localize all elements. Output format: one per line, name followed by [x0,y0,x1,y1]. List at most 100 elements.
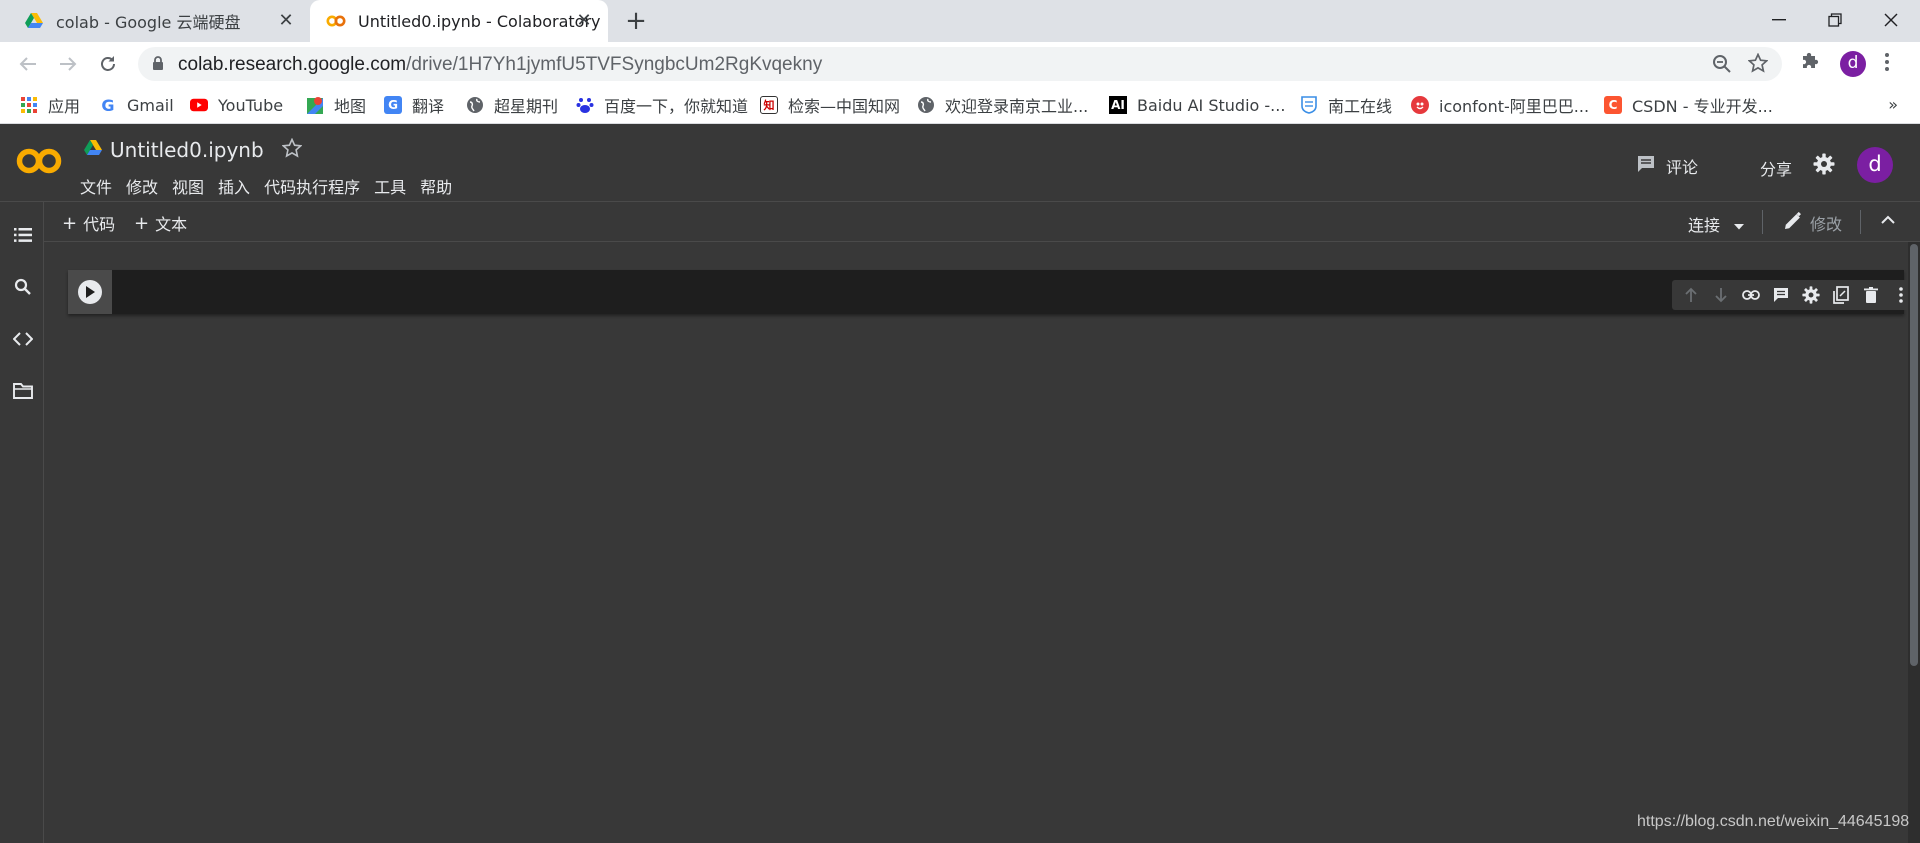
bookmark-label: iconfont-阿里巴巴... [1439,97,1590,116]
bookmark-label: 地图 [334,97,367,116]
run-cell-button[interactable] [78,280,102,304]
address-bar[interactable]: colab.research.google.com/drive/1H7Yh1jy… [138,47,1782,81]
maps-icon [306,96,324,114]
notebook-title[interactable]: Untitled0.ipynb [110,138,264,162]
bookmark-youtube[interactable]: YouTube [190,94,283,116]
bookmark-njtech-login[interactable]: 欢迎登录南京工业... [917,94,1088,116]
close-window-icon[interactable] [1862,0,1920,40]
browser-tab-strip: colab - Google 云端硬盘 ✕ Untitled0.ipynb - … [0,0,1920,42]
add-text-cell-button[interactable]: + 文本 [134,211,187,235]
bookmark-star-icon[interactable] [1747,52,1769,77]
bookmarks-overflow-button[interactable]: » [1888,95,1898,114]
bookmark-apps[interactable]: 应用 [20,94,80,116]
bookmark-nangong-online[interactable]: 南工在线 [1300,94,1392,116]
bookmark-label: 欢迎登录南京工业... [945,97,1089,116]
menu-view[interactable]: 视图 [172,174,204,198]
comment-icon[interactable] [1766,282,1796,308]
extensions-puzzle-icon[interactable] [1800,50,1820,74]
bookmark-label: 应用 [48,97,81,116]
bookmark-ai-studio[interactable]: AI Baidu AI Studio -... [1109,94,1285,116]
njtech-icon [1300,96,1318,114]
mirror-cell-icon[interactable] [1826,282,1856,308]
files-folder-icon[interactable] [12,380,34,402]
collapse-header-chevron-icon[interactable] [1880,212,1896,232]
comment-icon [1636,154,1656,178]
comment-button[interactable]: 评论 [1636,154,1698,178]
play-icon [85,283,95,302]
star-icon[interactable] [281,137,303,162]
dropdown-arrow-icon[interactable] [1734,215,1745,234]
menu-file[interactable]: 文件 [80,174,112,198]
plus-icon: + [134,212,150,234]
tab-title: colab - Google 云端硬盘 [56,13,241,32]
link-icon[interactable] [1736,282,1766,308]
bookmark-iconfont[interactable]: iconfont-阿里巴巴... [1411,94,1589,116]
url-host: colab.research.google.com [178,54,407,75]
move-up-icon[interactable] [1676,282,1706,308]
google-drive-icon [24,11,44,31]
settings-icon[interactable] [1796,282,1826,308]
menu-edit[interactable]: 修改 [126,174,158,198]
bookmark-label: Gmail [127,95,174,115]
bookmark-maps[interactable]: 地图 [306,94,366,116]
add-text-label: 文本 [155,215,188,234]
translate-icon: G [384,96,402,114]
bookmark-chaoxing[interactable]: 超星期刊 [466,94,558,116]
table-of-contents-icon[interactable] [12,224,34,246]
new-tab-button[interactable]: + [622,8,650,36]
close-icon[interactable]: ✕ [574,11,594,31]
iconfont-icon [1411,96,1429,114]
menu-help[interactable]: 帮助 [420,174,452,198]
comment-label: 评论 [1666,158,1699,177]
colab-header: Untitled0.ipynb 文件 修改 视图 插入 代码执行程序 工具 帮助… [0,124,1920,202]
zoom-out-icon[interactable] [1712,54,1732,78]
google-icon: G [101,95,115,115]
minimize-window-icon[interactable] [1750,0,1808,40]
move-down-icon[interactable] [1706,282,1736,308]
bookmark-label: CSDN - 专业开发... [1632,97,1773,116]
forward-arrow-icon[interactable] [54,50,82,78]
edit-label: 修改 [1810,215,1843,234]
bookmark-translate[interactable]: G 翻译 [384,94,444,116]
plus-icon: + [62,212,78,234]
tab-colaboratory[interactable]: Untitled0.ipynb - Colaboratory ✕ [310,0,608,42]
settings-gear-icon[interactable] [1813,153,1835,179]
close-icon[interactable]: ✕ [276,11,296,31]
globe-icon [917,96,935,114]
bookmark-label: YouTube [218,95,284,115]
back-arrow-icon[interactable] [14,50,42,78]
toolbar-divider [1762,210,1763,234]
notebook-title-row: Untitled0.ipynb [84,137,303,162]
colab-icon [326,11,346,31]
menu-runtime[interactable]: 代码执行程序 [264,174,360,198]
menu-tools[interactable]: 工具 [374,174,406,198]
code-snippets-icon[interactable] [12,328,34,350]
google-drive-icon [84,140,102,160]
tab-google-drive[interactable]: colab - Google 云端硬盘 ✕ [0,0,310,42]
menu-insert[interactable]: 插入 [218,174,250,198]
url-text: colab.research.google.com/drive/1H7Yh1jy… [178,54,822,76]
add-code-cell-button[interactable]: + 代码 [62,211,115,235]
bookmark-cnki[interactable]: 知 检索—中国知网 [760,94,900,116]
user-avatar[interactable]: d [1857,147,1893,183]
bookmark-csdn[interactable]: C CSDN - 专业开发... [1604,94,1773,116]
notebook-scrollbar[interactable] [1908,242,1920,843]
reload-icon[interactable] [94,50,122,78]
search-icon[interactable] [12,276,34,298]
code-cell[interactable] [68,270,1920,314]
delete-icon[interactable] [1856,282,1886,308]
chrome-menu-icon[interactable] [1884,52,1890,76]
tab-title: Untitled0.ipynb - Colaboratory [358,11,601,31]
scrollbar-thumb[interactable] [1910,244,1918,666]
connect-runtime-button[interactable]: 连接 [1688,212,1745,236]
browser-profile-avatar[interactable]: d [1840,51,1866,77]
bookmark-gmail[interactable]: G Gmail [99,94,174,116]
ai-studio-icon: AI [1109,96,1127,114]
edit-mode-button[interactable]: 修改 [1784,211,1842,235]
restore-window-icon[interactable] [1806,0,1864,40]
notebook-body [44,242,1920,843]
cnki-icon: 知 [760,96,778,114]
colab-logo[interactable] [16,147,62,179]
share-button[interactable]: 分享 [1760,156,1792,180]
bookmark-baidu[interactable]: 百度一下，你就知道 [576,94,748,116]
